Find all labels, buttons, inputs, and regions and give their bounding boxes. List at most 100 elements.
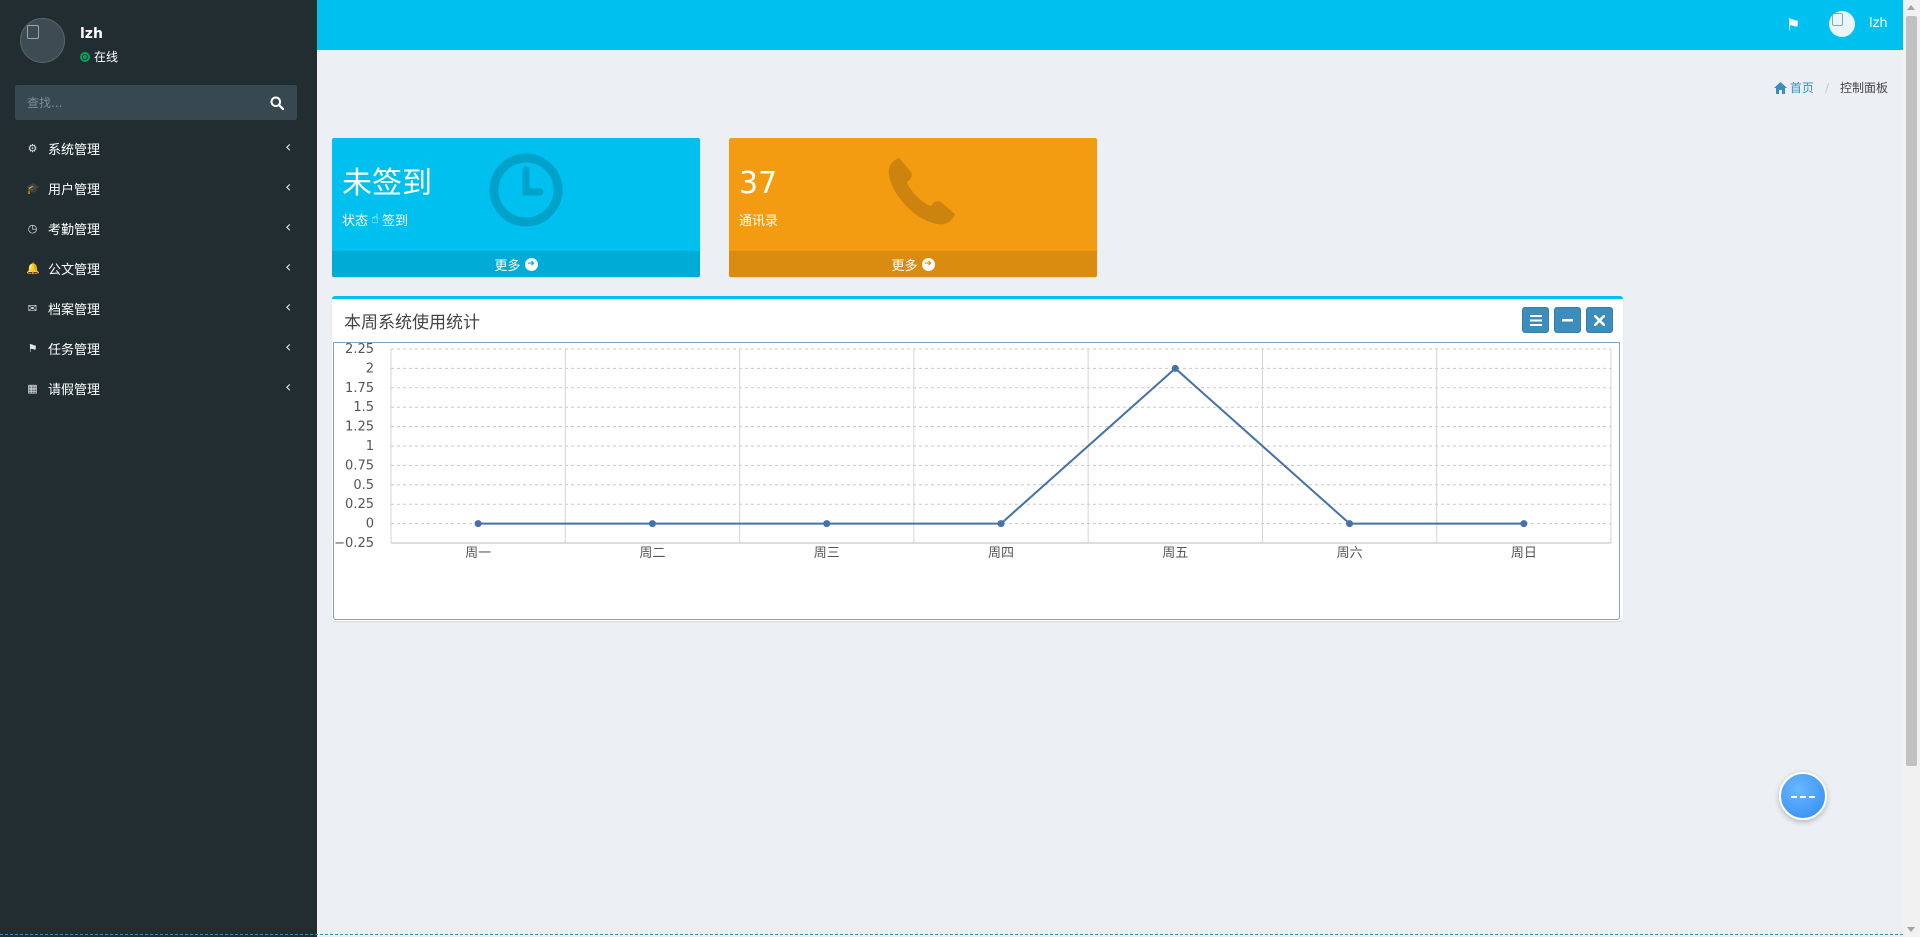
breadcrumb: 首页 / 控制面板 — [1773, 79, 1888, 96]
menu-button[interactable] — [1522, 307, 1549, 333]
x-tick-label: 周四 — [988, 546, 1014, 561]
contacts-count: 37 — [739, 166, 778, 201]
x-tick-label: 周三 — [814, 546, 840, 561]
sidebar-item-archives[interactable]: ✉ 档案管理 ‹ — [0, 288, 317, 328]
sidebar-item-label: 公文管理 — [48, 262, 101, 278]
chevron-left-icon: ‹ — [285, 257, 292, 276]
sidebar-item-label: 系统管理 — [48, 142, 101, 158]
sidebar-item-documents[interactable]: 🔔 公文管理 ‹ — [0, 248, 317, 288]
sidebar-item-tasks[interactable]: ⚑ 任务管理 ‹ — [0, 328, 317, 368]
y-tick-label: −0.25 — [334, 536, 374, 551]
checkin-action-link[interactable]: 签到 — [382, 210, 408, 229]
arrow-circle-right-icon: ➜ — [524, 257, 538, 271]
page-scrollbar[interactable] — [1903, 0, 1920, 937]
sidebar-menu: ⚙ 系统管理 ‹ 🎓 用户管理 ‹ ◷ 考勤管理 ‹ 🔔 公文管理 ‹ ✉ 档案… — [0, 128, 317, 408]
data-point — [823, 520, 831, 528]
chevron-left-icon: ‹ — [285, 217, 292, 236]
envelope-icon: ✉ — [27, 301, 38, 315]
y-tick-label: 1.5 — [353, 400, 374, 415]
checkin-box-inner: 未签到 状态 ☝ 签到 — [342, 164, 432, 229]
flag-icon[interactable]: ⚑ — [1786, 15, 1800, 34]
data-point — [1346, 520, 1354, 528]
chevron-left-icon: ‹ — [285, 377, 292, 396]
scroll-down-arrow-icon[interactable] — [1907, 927, 1915, 932]
chart-title: 本周系统使用统计 — [344, 313, 480, 333]
header-username[interactable]: lzh — [1869, 16, 1888, 31]
y-tick-label: 2.25 — [345, 343, 374, 357]
x-tick-label: 周六 — [1337, 546, 1363, 561]
header-avatar[interactable] — [1829, 11, 1855, 37]
collapse-button[interactable] — [1554, 307, 1581, 333]
user-avatar — [20, 18, 65, 63]
search-button[interactable] — [257, 85, 297, 120]
x-tick-label: 周一 — [465, 546, 491, 561]
clock-icon — [488, 152, 564, 247]
bars-icon — [1529, 314, 1542, 326]
clock-icon: ◷ — [27, 221, 38, 235]
sidebar-item-leave[interactable]: ▦ 请假管理 ‹ — [0, 368, 317, 408]
chevron-left-icon: ‹ — [285, 297, 292, 316]
scroll-up-arrow-icon[interactable] — [1907, 5, 1915, 10]
sidebar-search — [15, 85, 297, 120]
chart-area: −0.25 0 0.25 0.5 0.75 1 1.25 1.5 1.75 2 2.25 周一 周二 周三… — [333, 342, 1620, 620]
line-chart: −0.25 0 0.25 0.5 0.75 1 1.25 1.5 1.75 2 2.25 周一 周二 周三… — [334, 343, 1612, 561]
checkin-label: 状态 — [342, 214, 369, 229]
sidebar-item-users[interactable]: 🎓 用户管理 ‹ — [0, 168, 317, 208]
y-tick-label: 0 — [366, 517, 374, 532]
bell-icon: 🔔 — [26, 261, 40, 275]
x-tick-label: 周二 — [639, 546, 665, 561]
search-input[interactable] — [15, 85, 257, 120]
y-tick-label: 1 — [366, 439, 374, 454]
breadcrumb-separator: / — [1824, 80, 1829, 95]
user-status: 在线 — [80, 48, 118, 65]
checkin-subline: 状态 ☝ 签到 — [342, 210, 432, 229]
box-tools — [1522, 307, 1613, 333]
sidebar-item-attendance[interactable]: ◷ 考勤管理 ‹ — [0, 208, 317, 248]
checkin-more-link[interactable]: 更多 ➜ — [332, 251, 700, 277]
floating-action-button[interactable] — [1779, 772, 1827, 820]
checkin-status-value: 未签到 — [342, 166, 432, 201]
scroll-thumb[interactable] — [1906, 16, 1917, 766]
minus-icon — [1562, 318, 1573, 321]
pointer-icon: ☝ — [371, 212, 379, 227]
data-point — [1520, 520, 1528, 528]
chevron-left-icon: ‹ — [285, 177, 292, 196]
graduation-cap-icon: 🎓 — [26, 181, 40, 195]
y-tick-label: 1.25 — [345, 420, 374, 435]
arrow-circle-right-icon: ➜ — [921, 257, 935, 271]
search-icon — [270, 96, 284, 110]
data-point — [648, 520, 656, 528]
checkin-box: 未签到 状态 ☝ 签到 更多 ➜ — [332, 138, 700, 277]
data-point — [474, 520, 482, 528]
breadcrumb-current: 控制面板 — [1839, 81, 1888, 95]
more-label: 更多 — [891, 258, 918, 274]
close-icon — [1594, 314, 1605, 326]
phone-icon — [881, 152, 961, 251]
contacts-more-link[interactable]: 更多 ➜ — [729, 251, 1097, 277]
calendar-icon: ▦ — [27, 381, 38, 395]
breadcrumb-home[interactable]: 首页 — [1773, 79, 1814, 96]
x-tick-label: 周日 — [1511, 546, 1537, 561]
data-point — [1171, 364, 1179, 372]
more-label: 更多 — [494, 258, 521, 274]
flag-icon: ⚑ — [27, 341, 38, 355]
sidebar-item-label: 用户管理 — [48, 182, 101, 198]
close-button[interactable] — [1586, 307, 1613, 333]
user-panel: lzh 在线 — [0, 0, 317, 78]
y-tick-label: 0.25 — [345, 497, 374, 512]
weekly-usage-chart-box: 本周系统使用统计 −0.25 0 0.25 0.5 0.75 1 1.25 1.5 1.75 2 2… — [332, 296, 1623, 621]
data-point — [997, 520, 1005, 528]
y-tick-label: 0.5 — [353, 478, 374, 493]
gear-icon: ⚙ — [27, 141, 38, 155]
y-tick-label: 1.75 — [345, 381, 374, 396]
top-navbar: ⚑ lzh — [317, 0, 1903, 50]
user-status-label: 在线 — [94, 50, 119, 64]
contacts-label: 通讯录 — [739, 214, 779, 229]
sidebar: lzh 在线 ⚙ 系统管理 ‹ 🎓 用户管理 ‹ ◷ 考勤管理 ‹ 🔔 公文管理 — [0, 0, 317, 937]
contacts-box: 37 通讯录 更多 ➜ — [729, 138, 1097, 277]
sidebar-item-system[interactable]: ⚙ 系统管理 ‹ — [0, 128, 317, 168]
series-line — [478, 367, 1524, 525]
sidebar-item-label: 档案管理 — [48, 302, 101, 318]
sidebar-item-label: 任务管理 — [48, 342, 101, 358]
x-tick-label: 周五 — [1162, 546, 1188, 561]
